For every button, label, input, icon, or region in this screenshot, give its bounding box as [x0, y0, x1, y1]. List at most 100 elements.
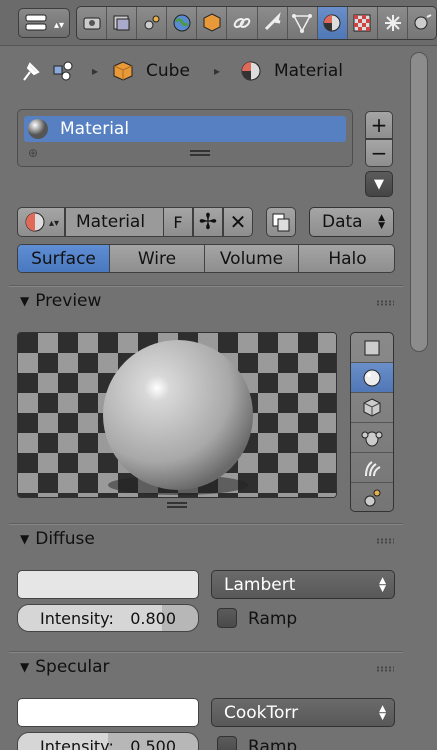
slot-specials-menu[interactable]: ▼ — [365, 171, 393, 197]
particles-icon — [384, 15, 401, 31]
expand-triangle-icon: ▼ — [20, 532, 30, 546]
context-tab-data[interactable] — [288, 7, 318, 39]
material-icon — [323, 14, 341, 32]
texture-icon — [353, 14, 371, 32]
unlink-material-button[interactable]: ✕ — [223, 207, 253, 237]
copy-material-button[interactable] — [266, 207, 296, 237]
diffuse-ramp-checkbox[interactable] — [217, 608, 237, 628]
breadcrumb-arrow-icon: ▸ — [92, 64, 99, 78]
drag-handle-icon[interactable] — [376, 666, 394, 672]
specular-shader-dropdown[interactable]: CookTorr ▲ ▼ — [211, 698, 395, 727]
browse-material-button[interactable]: ▴▾ — [17, 207, 65, 237]
svg-text:▴▾: ▴▾ — [54, 20, 64, 31]
material-type-tabs: Surface Wire Volume Halo — [17, 244, 395, 273]
physics-icon — [414, 14, 432, 30]
svg-text:▴▾: ▴▾ — [49, 218, 59, 229]
link-dropdown[interactable]: Data ▲ ▼ — [309, 207, 394, 237]
dropdown-arrow-icon: ▲ ▼ — [379, 703, 386, 722]
specular-intensity-label: Intensity: — [40, 736, 114, 750]
cube-icon — [113, 61, 133, 81]
preview-shape-sphere[interactable] — [351, 363, 393, 393]
preview-shape-flat[interactable] — [351, 333, 393, 363]
preview-shape-cube[interactable] — [351, 393, 393, 423]
add-slot-button[interactable]: + — [365, 111, 393, 139]
preview-shape-hair[interactable] — [351, 453, 393, 483]
diffuse-intensity-label: Intensity: — [40, 608, 114, 628]
panel-separator — [9, 523, 403, 524]
material-slot-item[interactable]: Material — [24, 116, 346, 142]
context-tab-object[interactable] — [197, 7, 228, 39]
sphere-a-icon — [364, 489, 381, 506]
context-tab-particles[interactable] — [378, 7, 409, 39]
diffuse-panel-header[interactable]: ▼ Diffuse — [20, 529, 95, 549]
render-layers-icon — [113, 15, 130, 31]
filter-options-icon[interactable]: ⊕ — [28, 146, 38, 160]
preview-render — [18, 333, 336, 497]
panel-separator — [9, 651, 403, 652]
tab-wire[interactable]: Wire — [110, 245, 205, 272]
sphere-icon — [363, 369, 381, 386]
context-tab-render[interactable] — [77, 7, 108, 39]
data-icon — [292, 14, 313, 33]
world-icon — [173, 14, 191, 32]
specular-ramp-checkbox[interactable] — [217, 736, 237, 750]
preview-resize-handle[interactable] — [167, 502, 187, 508]
specular-shader-value: CookTorr — [224, 702, 299, 723]
modifiers-icon — [265, 12, 281, 31]
material-name-field[interactable]: Material — [65, 207, 164, 237]
breadcrumb-object: Cube — [146, 61, 190, 81]
list-resize-handle[interactable] — [190, 150, 210, 156]
context-tab-material[interactable] — [317, 7, 348, 39]
fake-user-button[interactable]: F — [163, 207, 193, 237]
diffuse-color-swatch[interactable] — [17, 570, 199, 599]
new-material-button[interactable]: ✢ — [193, 207, 223, 237]
context-tab-texture[interactable] — [348, 7, 378, 39]
preview-shape-sphere-a[interactable] — [351, 483, 393, 511]
specular-intensity-slider[interactable]: Intensity: 0.500 — [17, 732, 199, 750]
panel-separator — [9, 285, 403, 286]
breadcrumb: ▸ Cube ▸ Material — [18, 56, 408, 86]
preview-shape-column — [350, 332, 394, 512]
editor-type-selector[interactable]: ▴▾ — [18, 8, 70, 38]
diffuse-intensity-slider[interactable]: Intensity: 0.800 — [17, 604, 199, 632]
tab-surface[interactable]: Surface — [18, 245, 110, 272]
diffuse-intensity-value: 0.800 — [130, 608, 176, 628]
preview-title: Preview — [35, 291, 102, 311]
breadcrumb-material: Material — [273, 61, 344, 81]
context-tab-modifiers[interactable] — [258, 7, 288, 39]
editor-type-icon: ▴▾ — [25, 14, 64, 31]
context-tab-world[interactable] — [167, 7, 198, 39]
scrollbar[interactable] — [410, 52, 428, 352]
material-slot-list: Material ⊕ — [17, 109, 353, 167]
context-tab-constraints[interactable] — [228, 7, 258, 39]
pin-icon[interactable] — [18, 58, 44, 84]
material-icon — [241, 61, 261, 81]
copy-icon — [272, 213, 290, 232]
context-tab-scene[interactable] — [137, 7, 168, 39]
preview-shape-monkey[interactable] — [351, 423, 393, 453]
drag-handle-icon[interactable] — [376, 300, 394, 306]
object-data-icon — [53, 61, 73, 81]
context-tab-bar — [76, 6, 437, 40]
specular-title: Specular — [35, 657, 110, 677]
preview-panel-header[interactable]: ▼ Preview — [20, 291, 101, 311]
dropdown-arrow-icon: ▲ ▼ — [378, 213, 385, 231]
material-sphere-icon — [28, 119, 48, 139]
breadcrumb-arrow-icon: ▸ — [213, 64, 220, 78]
object-icon — [203, 13, 221, 32]
monkey-icon — [361, 431, 383, 446]
cube-icon — [363, 397, 381, 417]
context-tab-render-layers[interactable] — [107, 7, 138, 39]
material-preview — [17, 332, 337, 498]
context-tab-physics[interactable] — [408, 7, 436, 39]
drag-handle-icon[interactable] — [376, 538, 394, 544]
specular-panel-header[interactable]: ▼ Specular — [20, 657, 110, 677]
diffuse-shader-dropdown[interactable]: Lambert ▲ ▼ — [211, 570, 395, 599]
tab-halo[interactable]: Halo — [299, 245, 394, 272]
remove-slot-button[interactable]: − — [365, 139, 393, 167]
expand-triangle-icon: ▼ — [20, 294, 30, 308]
dropdown-arrow-icon: ▲ ▼ — [379, 575, 386, 594]
tab-volume[interactable]: Volume — [205, 245, 299, 272]
diffuse-ramp-label: Ramp — [248, 609, 298, 629]
specular-color-swatch[interactable] — [17, 698, 199, 727]
